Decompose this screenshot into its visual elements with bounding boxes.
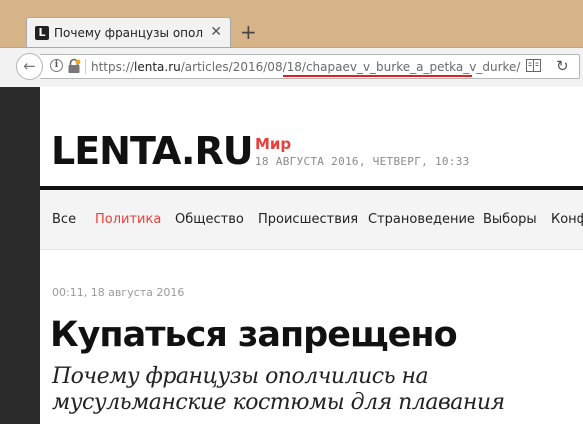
lenta-favicon-icon: L bbox=[35, 26, 49, 40]
url-domain: lenta.ru bbox=[134, 60, 181, 74]
nav-item-incidents[interactable]: Происшествия bbox=[258, 212, 358, 228]
nav-item-country-studies[interactable]: Страноведение bbox=[368, 212, 475, 228]
article-date: 00:11, 18 августа 2016 bbox=[52, 286, 185, 299]
refresh-icon[interactable]: ↻ bbox=[556, 57, 569, 75]
nav-item-conflicts[interactable]: Конф bbox=[551, 212, 583, 228]
rubric-link[interactable]: Мир bbox=[255, 135, 291, 153]
lock-icon[interactable] bbox=[67, 58, 81, 74]
article-subtitle: Почему французы ополчились на мусульманс… bbox=[52, 364, 505, 415]
url-slug-highlight bbox=[283, 75, 472, 77]
section-nav: Все Политика Общество Происшествия Стран… bbox=[40, 190, 583, 250]
back-button[interactable]: ← bbox=[16, 53, 43, 80]
nav-item-politics[interactable]: Политика bbox=[95, 212, 161, 228]
page-left-sidebar bbox=[0, 87, 40, 424]
url-slug: chapaev_v_burke_a_petka_v_durke/ bbox=[305, 60, 521, 74]
url-text[interactable]: https://lenta.ru/articles/2016/08/18/cha… bbox=[91, 59, 520, 75]
reader-view-icon[interactable] bbox=[526, 59, 541, 72]
tab-title: Почему французы опол... bbox=[54, 26, 204, 40]
nav-item-society[interactable]: Общество bbox=[175, 212, 244, 228]
tab-close-icon[interactable]: ✕ bbox=[210, 23, 222, 41]
header-date: 18 АВГУСТА 2016, ЧЕТВЕРГ, 10:33 bbox=[255, 155, 470, 168]
nav-item-all[interactable]: Все bbox=[52, 212, 76, 228]
browser-toolbar: i https://lenta.ru/articles/2016/08/18/c… bbox=[0, 47, 583, 87]
back-arrow-icon: ← bbox=[23, 57, 36, 75]
article-title: Купаться запрещено bbox=[50, 315, 458, 355]
new-tab-button[interactable]: + bbox=[240, 20, 257, 44]
url-scheme: https:// bbox=[91, 60, 135, 74]
url-separator bbox=[85, 59, 86, 74]
info-icon[interactable]: i bbox=[50, 59, 63, 72]
nav-item-elections[interactable]: Выборы bbox=[483, 212, 537, 228]
url-path: /articles/2016/08/18/ bbox=[180, 60, 306, 74]
page-content: LENTA.RU Мир 18 АВГУСТА 2016, ЧЕТВЕРГ, 1… bbox=[40, 87, 583, 424]
browser-tab[interactable]: L Почему французы опол... ✕ bbox=[26, 17, 231, 48]
site-logo[interactable]: LENTA.RU bbox=[51, 129, 254, 173]
